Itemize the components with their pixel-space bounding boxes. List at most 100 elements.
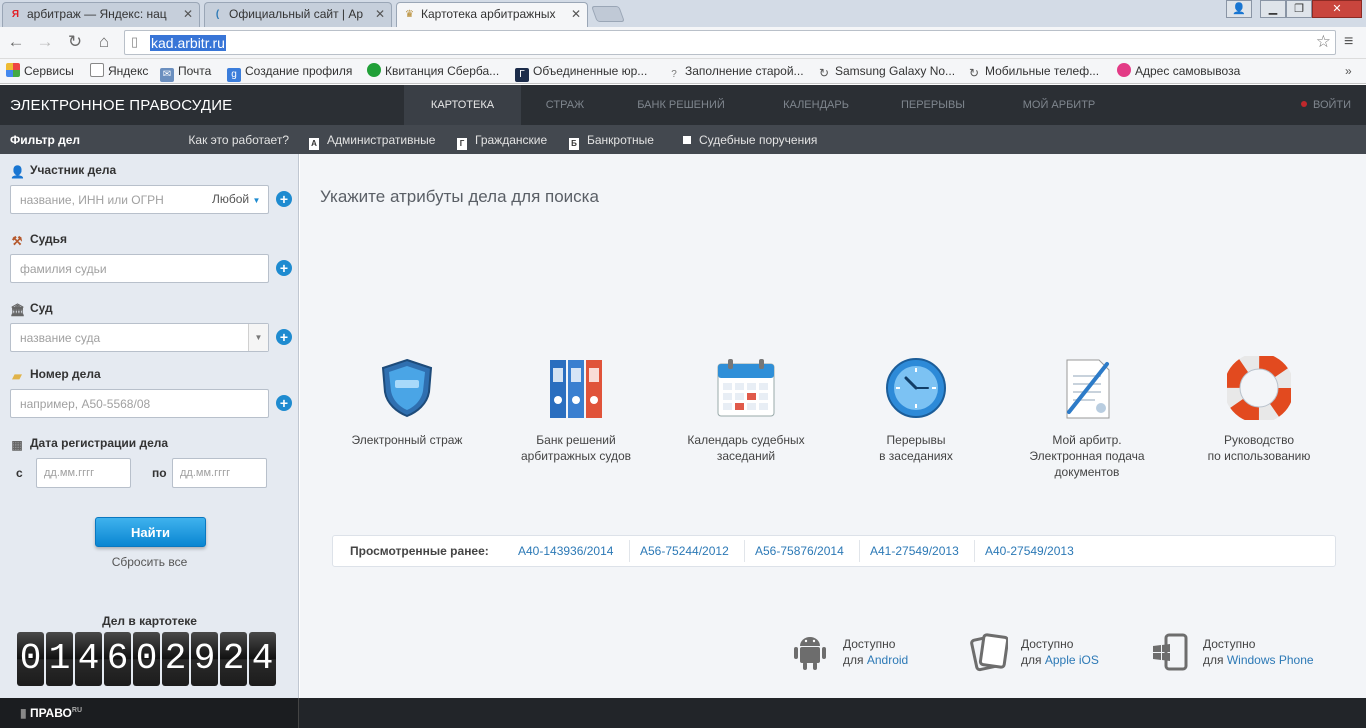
recent-case-link[interactable]: А41-27549/2013: [870, 544, 959, 558]
close-icon[interactable]: ✕: [183, 3, 193, 26]
app-platform-link[interactable]: Android: [867, 653, 908, 667]
category-civil[interactable]: Г Гражданские: [457, 133, 547, 150]
tab-title: Картотека арбитражных: [421, 7, 556, 21]
calendar-icon: [714, 356, 778, 420]
filter-title: Фильтр дел: [10, 133, 81, 147]
bookmark-item[interactable]: Адрес самовывоза: [1117, 63, 1240, 79]
nav-kartoteka[interactable]: КАРТОТЕКА: [404, 85, 521, 125]
binders-icon: [544, 356, 608, 420]
browser-tab-active[interactable]: ♛ Картотека арбитражных ✕: [396, 2, 588, 27]
app-prefix: для: [843, 653, 867, 667]
bookmark-item[interactable]: Квитанция Сберба...: [367, 63, 499, 79]
tile-caption: Мой арбитр.: [1052, 433, 1122, 447]
address-bar[interactable]: ▯ kad.arbitr.ru ☆: [124, 30, 1336, 55]
recent-case-link[interactable]: А56-75876/2014: [755, 544, 844, 558]
bookmark-label: Samsung Galaxy No...: [835, 64, 956, 78]
bookmark-item[interactable]: g Создание профиля: [227, 63, 352, 82]
window-close-button[interactable]: ✕: [1312, 0, 1362, 18]
category-bankruptcy[interactable]: Б Банкротные: [569, 133, 654, 150]
nav-strazh[interactable]: СТРАЖ: [530, 85, 600, 125]
counter-digit: 0: [133, 632, 160, 686]
bookmark-label: Почта: [178, 64, 212, 78]
browser-toolbar: ← → ↻ ⌂ ▯ kad.arbitr.ru ☆ ≡: [0, 27, 1366, 59]
bookmark-star-icon[interactable]: ☆: [1316, 32, 1331, 52]
home-icon[interactable]: ⌂: [93, 31, 115, 53]
date-to-input[interactable]: [172, 458, 267, 488]
bookmark-label: Сервисы: [24, 64, 74, 78]
close-icon[interactable]: ✕: [375, 3, 385, 26]
app-prefix: для: [1021, 653, 1045, 667]
bookmark-item[interactable]: Яндекс: [90, 63, 148, 79]
nav-bank[interactable]: БАНК РЕШЕНИЙ: [626, 85, 736, 125]
bookmark-label: Заполнение старой...: [685, 64, 804, 78]
chevron-down-icon[interactable]: ▼: [248, 324, 268, 351]
minimize-button[interactable]: ▁: [1260, 0, 1286, 18]
page-icon: ▯: [131, 34, 139, 49]
court-input[interactable]: [10, 323, 269, 352]
recent-case-link[interactable]: А56-75244/2012: [640, 544, 729, 558]
case-number-input[interactable]: [10, 389, 269, 418]
app-android[interactable]: Доступно для Android: [790, 632, 920, 672]
browser-tab[interactable]: Я арбитраж — Яндекс: нац ✕: [2, 2, 200, 27]
date-from-input[interactable]: [36, 458, 131, 488]
add-court-button[interactable]: +: [276, 329, 292, 345]
participant-role-select[interactable]: Любой ▼: [212, 192, 260, 206]
add-participant-button[interactable]: +: [276, 191, 292, 207]
tile-court-calendar[interactable]: Календарь судебных заседаний: [671, 356, 821, 464]
bookmark-item[interactable]: ? Заполнение старой...: [667, 63, 804, 82]
tile-user-guide[interactable]: Руководство по использованию: [1184, 353, 1334, 464]
bookmark-item[interactable]: ↻ Samsung Galaxy No...: [817, 63, 955, 80]
find-button[interactable]: Найти: [95, 517, 206, 547]
bookmark-item[interactable]: ✉ Почта: [160, 63, 211, 82]
app-ios[interactable]: Доступно для Apple iOS: [968, 632, 1108, 672]
courthouse-icon: 🏛: [10, 303, 26, 317]
category-court-orders[interactable]: Судебные поручения: [683, 133, 817, 147]
recent-case-link[interactable]: А40-27549/2013: [985, 544, 1074, 558]
nav-breaks[interactable]: ПЕРЕРЫВЫ: [890, 85, 976, 125]
browser-tab[interactable]: ( Официальный сайт | Ар ✕: [204, 2, 392, 27]
app-platform-link[interactable]: Windows Phone: [1227, 653, 1314, 667]
tile-caption: в заседаниях: [879, 449, 953, 463]
app-available-text: Доступно: [843, 637, 896, 651]
site-logo[interactable]: ЭЛЕКТРОННОЕ ПРАВОСУДИЕ: [10, 97, 232, 114]
reload-icon[interactable]: ↻: [64, 31, 86, 53]
close-icon[interactable]: ✕: [571, 3, 581, 26]
browser-tab-strip: Я арбитраж — Яндекс: нац ✕ ( Официальный…: [0, 0, 1366, 27]
bookmark-item[interactable]: Сервисы: [6, 63, 74, 79]
reset-all-link[interactable]: Сбросить все: [0, 555, 299, 569]
bookmark-item[interactable]: ↻ Мобильные телеф...: [967, 63, 1099, 80]
app-available-text: Доступно: [1021, 637, 1074, 651]
new-tab-button[interactable]: [591, 6, 625, 22]
recent-case-link[interactable]: А40-143936/2014: [518, 544, 613, 558]
app-platform-link[interactable]: Apple iOS: [1045, 653, 1099, 667]
recently-viewed-bar: Просмотренные ранее: А40-143936/2014 А56…: [332, 535, 1336, 567]
tile-breaks[interactable]: Перерывы в заседаниях: [841, 356, 991, 464]
recent-label: Просмотренные ранее:: [350, 544, 489, 558]
how-it-works-link[interactable]: Как это работает?: [188, 133, 289, 147]
pravo-logo[interactable]: ▮ ПРАВОRU: [20, 706, 82, 720]
menu-icon[interactable]: ≡: [1344, 33, 1353, 51]
bookmark-item[interactable]: Г Объединенные юр...: [515, 63, 647, 82]
category-administrative[interactable]: A Административные: [309, 133, 435, 150]
forward-icon[interactable]: →: [34, 31, 56, 53]
mail-icon: ✉: [160, 68, 174, 82]
more-bookmarks-icon[interactable]: »: [1345, 63, 1352, 79]
main-content: Укажите атрибуты дела для поиска Электро…: [300, 154, 1366, 698]
nav-calendar[interactable]: КАЛЕНДАРЬ: [772, 85, 860, 125]
user-icon[interactable]: 👤: [1226, 0, 1252, 18]
add-judge-button[interactable]: +: [276, 260, 292, 276]
letter-b-icon: Б: [569, 138, 579, 150]
judge-input[interactable]: [10, 254, 269, 283]
status-dot-icon: [1301, 101, 1307, 107]
tile-electronic-guard[interactable]: Электронный страж: [332, 356, 482, 448]
maximize-button[interactable]: ❐: [1286, 0, 1312, 18]
tile-decision-bank[interactable]: Банк решений арбитражных судов: [501, 356, 651, 464]
tile-my-arbitr[interactable]: Мой арбитр. Электронная подача документов: [1012, 356, 1162, 480]
android-icon: [790, 632, 830, 672]
footer: ▮ ПРАВОRU: [0, 698, 1366, 728]
nav-my-arbitr[interactable]: МОЙ АРБИТР: [1010, 85, 1108, 125]
add-case-button[interactable]: +: [276, 395, 292, 411]
back-icon[interactable]: ←: [5, 31, 27, 53]
login-button[interactable]: ВОЙТИ: [1301, 85, 1351, 125]
app-windows-phone[interactable]: Доступно для Windows Phone: [1150, 632, 1320, 672]
